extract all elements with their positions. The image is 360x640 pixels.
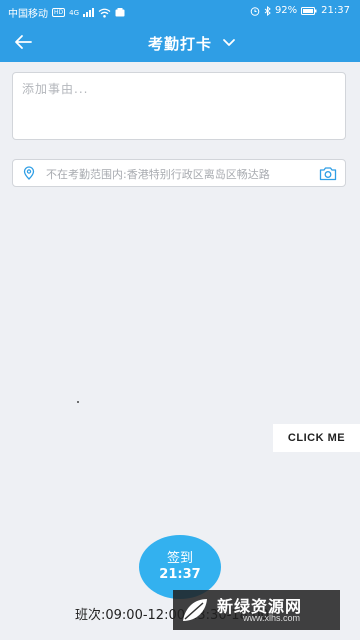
watermark-overlay: 新绿资源网 www.xlhs.com (173, 590, 340, 630)
status-right: 92% 21:37 (250, 5, 350, 16)
click-me-button[interactable]: CLICK ME (273, 424, 360, 452)
bluetooth-icon (264, 5, 271, 16)
wifi-icon (98, 8, 111, 18)
status-time: 21:37 (321, 5, 350, 16)
chevron-down-icon[interactable] (222, 35, 236, 49)
location-text: 不在考勤范围内:香港特别行政区离岛区畅达路 (46, 168, 270, 181)
map-marker-dot (77, 401, 79, 403)
carrier-name: 中国移动 (8, 9, 48, 20)
leaf-logo-icon (183, 599, 207, 621)
battery-percent: 92% (274, 5, 298, 16)
reason-input[interactable] (13, 73, 345, 139)
camera-icon[interactable] (319, 166, 337, 181)
alarm-icon (250, 6, 260, 16)
location-row: 不在考勤范围内:香港特别行政区离岛区畅达路 (12, 159, 346, 187)
hd-badge: HD (52, 8, 66, 17)
page-title[interactable]: 考勤打卡 (0, 33, 360, 54)
watermark-url: www.xlhs.com (243, 613, 301, 623)
battery-icon (301, 6, 317, 15)
status-bar: 中国移动 HD 4G 92% 21:37 (0, 0, 360, 22)
app-bar: 考勤打卡 (0, 22, 360, 62)
reason-input-box (12, 72, 346, 140)
checkin-label: 签到 (166, 551, 193, 566)
network-type: 4G (69, 8, 80, 17)
checkin-time: 21:37 (159, 567, 201, 582)
signal-icon (83, 8, 95, 17)
status-left: 中国移动 HD 4G (8, 5, 125, 20)
notification-icon (115, 8, 125, 17)
location-pin-icon (23, 166, 35, 180)
